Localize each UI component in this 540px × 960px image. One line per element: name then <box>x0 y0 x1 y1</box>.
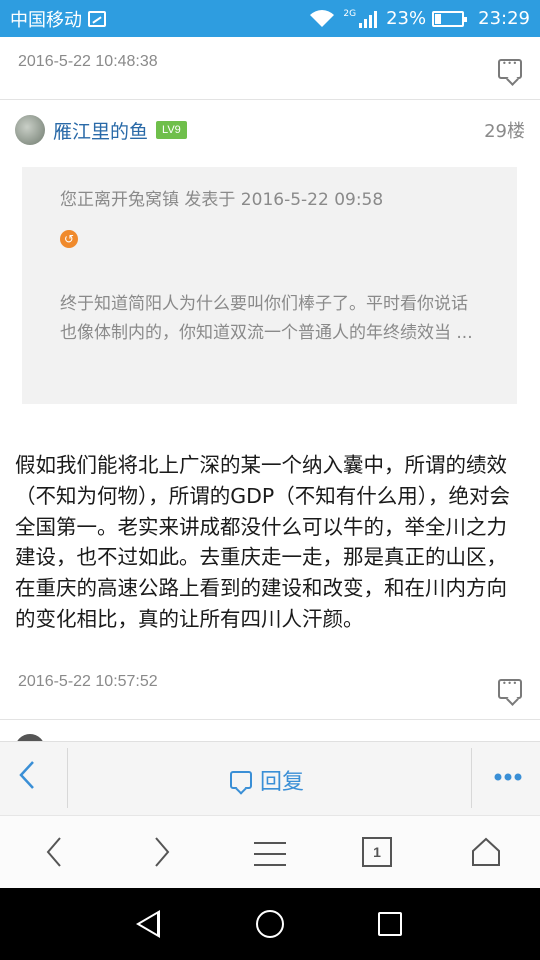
next-post-avatar <box>15 734 45 741</box>
reply-bar: 回复 <box>0 741 540 815</box>
more-dots-icon <box>494 773 522 781</box>
prev-post-meta: 2016-5-22 10:48:38 <box>18 53 522 83</box>
more-button[interactable] <box>494 756 522 789</box>
chevron-right-icon <box>155 837 170 867</box>
status-bar: 中国移动 2G 23% 23:29 <box>0 0 540 37</box>
floor-number: 29楼 <box>484 121 525 142</box>
username[interactable]: 雁江里的鱼 <box>53 117 148 144</box>
quote-jump-icon[interactable]: ↺ <box>60 230 78 248</box>
browser-toolbar: 1 <box>0 815 540 888</box>
quote-text: 终于知道简阳人为什么要叫你们棒子了。平时看你说话也像体制内的，你知道双流一个普通… <box>60 294 473 343</box>
comment-icon[interactable] <box>498 59 522 79</box>
browser-forward-button[interactable] <box>140 832 184 872</box>
quoted-post[interactable]: 您正离开兔窝镇 发表于 2016-5-22 09:58 ↺ 终于知道简阳人为什么… <box>22 167 517 404</box>
reply-icon <box>230 771 252 789</box>
post-meta: 2016-5-22 10:57:52 <box>18 673 522 703</box>
chevron-left-icon <box>19 761 34 789</box>
signal-icon: 2G <box>343 9 378 29</box>
menu-icon <box>254 842 286 866</box>
chevron-left-icon <box>46 837 61 867</box>
post-timestamp: 2016-5-22 10:48:38 <box>18 53 158 70</box>
home-icon <box>472 837 500 866</box>
nav-home-icon[interactable] <box>256 910 284 938</box>
quote-author: 您正离开兔窝镇 发表于 2016-5-22 09:58 <box>60 190 384 210</box>
carrier-name: 中国移动 <box>10 9 82 31</box>
level-badge: LV9 <box>156 121 187 139</box>
comment-icon[interactable] <box>498 679 522 699</box>
nav-back-icon[interactable] <box>136 910 160 938</box>
reply-label: 回复 <box>260 770 305 795</box>
post-body: 假如我们能将北上广深的某一个纳入囊中，所谓的绩效（不知为何物），所谓的GDP（不… <box>15 453 511 631</box>
battery-icon <box>432 10 468 27</box>
clock: 23:29 <box>478 8 530 29</box>
battery-percent: 23% <box>386 8 427 29</box>
avatar[interactable] <box>15 115 45 145</box>
sim-icon <box>88 10 106 27</box>
wifi-icon <box>309 9 335 29</box>
browser-home-button[interactable] <box>464 832 508 872</box>
divider <box>67 748 68 808</box>
network-type: 2G <box>343 8 357 19</box>
divider <box>471 748 472 808</box>
divider <box>0 719 540 720</box>
thread-content[interactable]: 2016-5-22 10:48:38 雁江里的鱼 LV9 29楼 您正离开兔窝镇… <box>0 37 540 741</box>
tab-count: 1 <box>362 837 392 867</box>
divider <box>0 99 540 100</box>
system-nav-bar <box>0 888 540 960</box>
tabs-button[interactable]: 1 <box>355 832 399 872</box>
post-timestamp: 2016-5-22 10:57:52 <box>18 673 158 690</box>
browser-menu-button[interactable] <box>248 832 292 872</box>
reply-button[interactable]: 回复 <box>230 764 304 796</box>
post-header: 雁江里的鱼 LV9 29楼 <box>15 115 525 145</box>
nav-recent-apps-icon[interactable] <box>378 912 402 936</box>
back-button[interactable] <box>18 760 36 798</box>
browser-back-button[interactable] <box>32 832 76 872</box>
